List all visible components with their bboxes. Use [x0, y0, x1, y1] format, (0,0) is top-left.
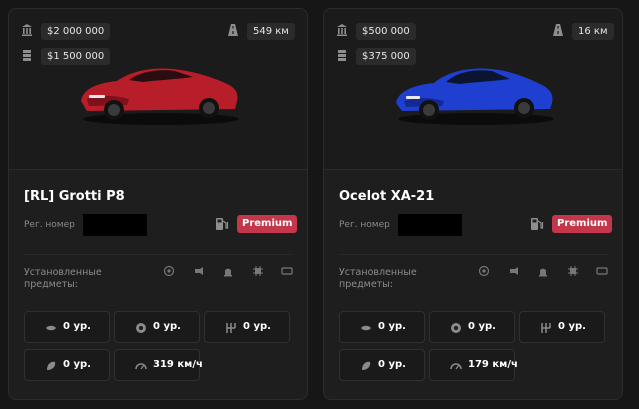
- card-divider: [9, 169, 307, 170]
- plate-label: Рег. номер: [24, 220, 75, 230]
- engine-icon: [193, 265, 205, 277]
- plate-icon: [596, 265, 608, 277]
- section-divider: [339, 254, 607, 255]
- stat-turbo: 0 ур.: [24, 311, 110, 343]
- brake-icon: [135, 322, 147, 334]
- stat-top-speed: 179 км/ч: [429, 349, 518, 381]
- vehicle-name: [RL] Grotti P8: [24, 189, 125, 204]
- gearbox-icon: [225, 322, 237, 334]
- stat-turbo: 0 ур.: [339, 311, 425, 343]
- stat-value: 0 ур.: [153, 321, 181, 332]
- bank-icon: [336, 23, 348, 37]
- stat-value: 0 ур.: [468, 321, 496, 332]
- turbo-icon: [45, 322, 57, 334]
- speedometer-icon: [135, 360, 147, 372]
- siren-icon: [537, 265, 549, 277]
- fuel-pump-icon: [530, 216, 544, 232]
- stat-value: 0 ур.: [378, 359, 406, 370]
- stat-top-speed: 319 км/ч: [114, 349, 203, 381]
- stat-value: 0 ур.: [243, 321, 271, 332]
- stat-transmission: 0 ур.: [519, 311, 605, 343]
- vehicle-name: Ocelot XA-21: [339, 189, 435, 204]
- car-image: [396, 68, 554, 125]
- fuel-pump-icon: [215, 216, 229, 232]
- brake-icon: [450, 322, 462, 334]
- siren-icon: [222, 265, 234, 277]
- stat-brakes: 0 ур.: [114, 311, 200, 343]
- section-divider: [24, 254, 292, 255]
- stat-value: 179 км/ч: [468, 359, 518, 370]
- stat-brakes: 0 ур.: [429, 311, 515, 343]
- installed-items-label: Установленные предметы:: [24, 267, 102, 290]
- installed-items-label: Установленные предметы:: [339, 267, 417, 290]
- engine-icon: [508, 265, 520, 277]
- suspension-icon: [45, 360, 57, 372]
- plate-redacted: [398, 214, 462, 236]
- suspension-icon: [360, 360, 372, 372]
- plate-redacted: [83, 214, 147, 236]
- stat-value: 0 ур.: [558, 321, 586, 332]
- mileage-chip: 549 км: [247, 23, 295, 40]
- chip-icon: [567, 265, 579, 277]
- installed-items-icons: [478, 265, 608, 279]
- vehicle-card[interactable]: $500 000 $375 000 16 км Ocelot XA-21 Рег…: [323, 8, 623, 400]
- premium-badge: Premium: [552, 215, 613, 233]
- stat-suspension: 0 ур.: [24, 349, 110, 381]
- road-icon: [552, 23, 564, 37]
- turbo-icon: [360, 322, 372, 334]
- price-chip: $500 000: [356, 23, 416, 40]
- gearbox-icon: [540, 322, 552, 334]
- chip-icon: [252, 265, 264, 277]
- mileage-chip: 16 км: [572, 23, 614, 40]
- stat-value: 0 ур.: [378, 321, 406, 332]
- stat-value: 0 ур.: [63, 359, 91, 370]
- plate-icon: [281, 265, 293, 277]
- cash-stack-icon: [21, 48, 33, 62]
- vehicle-card[interactable]: $2 000 000 $1 500 000 549 км [RL] Grotti…: [8, 8, 308, 400]
- card-divider: [324, 169, 622, 170]
- speedometer-icon: [450, 360, 462, 372]
- car-image: [81, 68, 239, 125]
- installed-items-icons: [163, 265, 293, 279]
- stat-suspension: 0 ур.: [339, 349, 425, 381]
- stat-value: 0 ур.: [63, 321, 91, 332]
- stat-value: 319 км/ч: [153, 359, 203, 370]
- price-chip: $2 000 000: [41, 23, 111, 40]
- plate-label: Рег. номер: [339, 220, 390, 230]
- vehicle-photo: $2 000 000 $1 500 000 549 км: [9, 9, 307, 169]
- vehicle-photo: $500 000 $375 000 16 км: [324, 9, 622, 169]
- road-icon: [227, 23, 239, 37]
- bank-icon: [21, 23, 33, 37]
- premium-badge: Premium: [237, 215, 298, 233]
- target-icon: [478, 265, 490, 277]
- target-icon: [163, 265, 175, 277]
- cash-stack-icon: [336, 48, 348, 62]
- stat-transmission: 0 ур.: [204, 311, 290, 343]
